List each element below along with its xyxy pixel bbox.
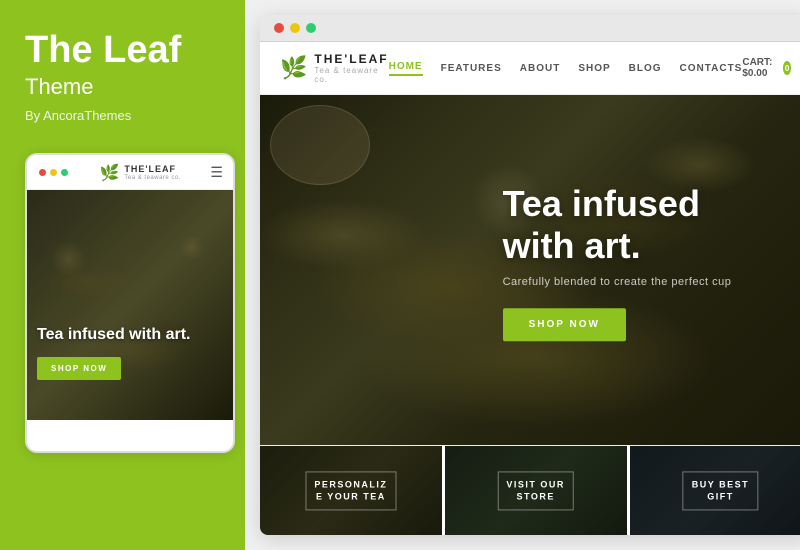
mobile-logo-text: THE'LEAF [124,164,181,175]
hero-title: Tea infusedwith art. [503,183,732,266]
hero-content: Tea infusedwith art. Carefully blended t… [503,183,732,341]
site-leaf-icon: 🌿 [280,55,307,81]
site-nav: HOME FEATURES ABOUT SHOP BLOG CONTACTS [389,61,743,76]
browser-dot-yellow[interactable] [290,23,300,33]
theme-title: The Leaf [25,30,220,72]
mobile-hero: Tea infused with art. SHOP NOW [27,190,233,420]
card-text-store: VISIT OURSTORE [497,471,574,510]
browser-chrome [260,15,800,42]
theme-subtitle: Theme [25,74,220,100]
browser-content: 🌿 THE'LEAF Tea & teaware co. HOME FEATUR… [260,42,800,535]
mobile-hero-text: Tea infused with art. [37,325,223,345]
mobile-logo: 🌿 THE'LEAF Tea & teaware co. [99,163,180,183]
cart-label: CART: $0.00 [742,57,777,79]
site-hero: Tea infusedwith art. Carefully blended t… [260,95,800,445]
nav-blog[interactable]: BLOG [629,63,662,74]
card-personalize[interactable]: PERSONALIZE YOUR TEA [260,446,445,535]
mobile-dot-yellow [50,169,57,176]
left-panel: The Leaf Theme By AncoraThemes 🌿 THE'LEA… [0,0,245,550]
nav-shop[interactable]: SHOP [578,63,610,74]
mobile-window-dots [37,169,70,176]
mobile-hero-bg [27,190,233,420]
mobile-shop-button[interactable]: SHOP NOW [37,357,121,380]
hero-subtitle: Carefully blended to create the perfect … [503,276,732,288]
mobile-mockup: 🌿 THE'LEAF Tea & teaware co. ☰ Tea infus… [25,153,235,453]
site-logo-sub: Tea & teaware co. [314,66,388,84]
browser-window: 🌿 THE'LEAF Tea & teaware co. HOME FEATUR… [260,15,800,535]
nav-about[interactable]: ABOUT [520,63,561,74]
right-panel: 🌿 THE'LEAF Tea & teaware co. HOME FEATUR… [245,0,800,550]
mobile-menu-icon[interactable]: ☰ [210,164,223,181]
bowl-decoration [270,105,370,185]
mobile-hero-content: Tea infused with art. SHOP NOW [37,325,223,380]
mobile-dot-red [39,169,46,176]
mobile-logo-sub: Tea & teaware co. [124,175,181,181]
nav-contacts[interactable]: CONTACTS [680,63,743,74]
hero-shop-button[interactable]: SHOP NOW [503,308,626,341]
theme-author: By AncoraThemes [25,108,220,123]
mobile-dot-green [61,169,68,176]
mobile-header: 🌿 THE'LEAF Tea & teaware co. ☰ [27,155,233,190]
card-gift[interactable]: BUY BESTGIFT [630,446,800,535]
browser-dot-green[interactable] [306,23,316,33]
site-header: 🌿 THE'LEAF Tea & teaware co. HOME FEATUR… [260,42,800,95]
cart-area[interactable]: CART: $0.00 0 [742,57,791,79]
card-text-gift: BUY BESTGIFT [683,471,758,510]
bottom-cards: PERSONALIZE YOUR TEA VISIT OURSTORE BUY … [260,445,800,535]
card-text-personalize: PERSONALIZE YOUR TEA [305,471,396,510]
nav-home[interactable]: HOME [389,61,423,76]
site-logo-text: THE'LEAF [314,52,388,66]
card-store[interactable]: VISIT OURSTORE [445,446,630,535]
cart-badge: 0 [783,61,792,75]
nav-features[interactable]: FEATURES [441,63,502,74]
browser-dot-red[interactable] [274,23,284,33]
site-logo: 🌿 THE'LEAF Tea & teaware co. [280,52,389,84]
mobile-leaf-icon: 🌿 [99,163,119,183]
